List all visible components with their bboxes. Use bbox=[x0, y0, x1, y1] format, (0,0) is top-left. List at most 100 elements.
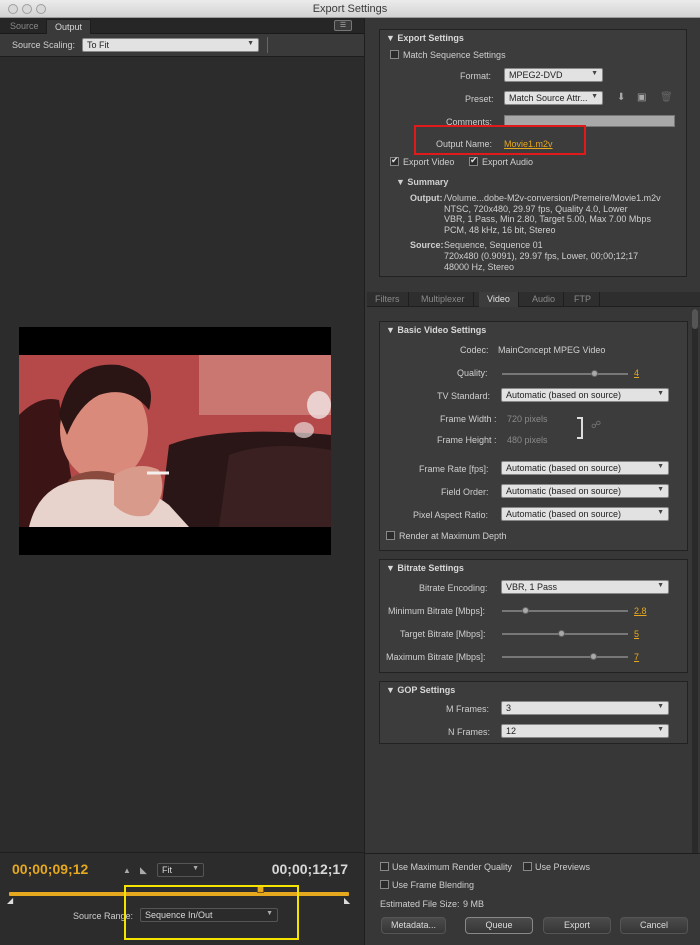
preset-dropdown[interactable]: Match Source Attr... ▼ bbox=[504, 91, 603, 105]
summary-output-label: Output: bbox=[410, 193, 443, 203]
format-label: Format: bbox=[460, 71, 492, 81]
max-render-quality-checkbox[interactable] bbox=[380, 862, 389, 871]
export-button[interactable]: Export bbox=[543, 917, 611, 934]
render-max-depth-checkbox[interactable] bbox=[386, 531, 395, 540]
target-bitrate-label: Target Bitrate [Mbps]: bbox=[400, 629, 486, 639]
summary-header[interactable]: ▼ Summary bbox=[396, 177, 448, 187]
estimated-file-size-value: 9 MB bbox=[463, 899, 485, 909]
export-audio-checkbox[interactable] bbox=[469, 155, 478, 166]
source-output-tabs: Source Output ☰ bbox=[0, 18, 364, 34]
out-point-handle-icon[interactable]: ◣ bbox=[344, 896, 350, 905]
window-title: Export Settings bbox=[312, 3, 388, 15]
chevron-down-icon: ▼ bbox=[657, 463, 664, 470]
quality-slider[interactable] bbox=[502, 370, 628, 377]
set-out-point-icon[interactable]: ◣ bbox=[140, 865, 147, 876]
tv-standard-value: Automatic (based on source) bbox=[506, 390, 622, 400]
m-frames-label: M Frames: bbox=[446, 704, 490, 714]
video-frame-image bbox=[19, 355, 331, 527]
quality-label: Quality: bbox=[457, 368, 488, 378]
match-sequence-label: Match Sequence Settings bbox=[403, 50, 506, 60]
target-bitrate-value[interactable]: 5 bbox=[634, 629, 639, 639]
chevron-down-icon: ▼ bbox=[657, 703, 664, 710]
gop-header[interactable]: ▼ GOP Settings bbox=[386, 685, 455, 695]
source-scaling-value: To Fit bbox=[87, 40, 110, 50]
settings-tabs: Filters Multiplexer Video Audio FTP bbox=[367, 292, 700, 307]
field-order-label: Field Order: bbox=[441, 487, 489, 497]
summary-source-line: Sequence, Sequence 01 bbox=[444, 240, 543, 250]
scrollbar-thumb[interactable] bbox=[692, 309, 698, 329]
tab-audio[interactable]: Audio bbox=[524, 292, 565, 307]
queue-button[interactable]: Queue bbox=[465, 917, 533, 934]
summary-output-line: PCM, 48 kHz, 16 bit, Stereo bbox=[444, 225, 556, 235]
pixel-aspect-ratio-dropdown[interactable]: Automatic (based on source) ▼ bbox=[501, 507, 669, 521]
summary-output-line: VBR, 1 Pass, Min 2.80, Target 5.00, Max … bbox=[444, 214, 651, 224]
export-video-label: Export Video bbox=[403, 157, 455, 167]
tab-filters[interactable]: Filters bbox=[367, 292, 409, 307]
save-preset-icon[interactable]: ⬇ bbox=[617, 92, 625, 103]
frame-rate-label: Frame Rate [fps]: bbox=[419, 464, 489, 474]
frame-blending-checkbox[interactable] bbox=[380, 880, 389, 889]
tab-multiplexer[interactable]: Multiplexer bbox=[413, 292, 474, 307]
field-order-dropdown[interactable]: Automatic (based on source) ▼ bbox=[501, 484, 669, 498]
format-dropdown[interactable]: MPEG2-DVD ▼ bbox=[504, 68, 603, 82]
bitrate-encoding-value: VBR, 1 Pass bbox=[506, 582, 558, 592]
chevron-down-icon: ▼ bbox=[657, 390, 664, 397]
cancel-button[interactable]: Cancel bbox=[620, 917, 688, 934]
use-previews-checkbox[interactable] bbox=[523, 862, 532, 871]
divider bbox=[267, 37, 268, 53]
delete-preset-icon[interactable]: 🗑 bbox=[660, 92, 673, 103]
frame-height-value: 480 pixels bbox=[507, 435, 548, 445]
basic-video-header[interactable]: ▼ Basic Video Settings bbox=[386, 325, 486, 335]
quality-value[interactable]: 4 bbox=[634, 368, 639, 378]
max-bitrate-slider[interactable] bbox=[502, 653, 628, 660]
tab-ftp[interactable]: FTP bbox=[566, 292, 600, 307]
n-frames-dropdown[interactable]: 12 ▼ bbox=[501, 724, 669, 738]
import-preset-icon[interactable]: ▣ bbox=[637, 92, 646, 103]
match-sequence-checkbox[interactable] bbox=[390, 50, 399, 59]
chain-link-icon[interactable]: ☍ bbox=[591, 420, 601, 431]
min-bitrate-slider[interactable] bbox=[502, 607, 628, 614]
export-settings-header[interactable]: ▼ Export Settings bbox=[386, 33, 464, 43]
summary-title: Summary bbox=[407, 177, 449, 187]
output-name-highlight bbox=[414, 125, 586, 155]
n-frames-value: 12 bbox=[506, 726, 517, 736]
max-bitrate-value[interactable]: 7 bbox=[634, 652, 639, 662]
max-bitrate-slider-knob[interactable] bbox=[590, 653, 598, 660]
bitrate-encoding-dropdown[interactable]: VBR, 1 Pass ▼ bbox=[501, 580, 669, 594]
n-frames-label: N Frames: bbox=[448, 727, 491, 737]
bitrate-header[interactable]: ▼ Bitrate Settings bbox=[386, 563, 464, 573]
frame-width-label: Frame Width : bbox=[440, 414, 497, 424]
set-in-point-icon[interactable]: ▲ bbox=[123, 866, 131, 875]
field-order-value: Automatic (based on source) bbox=[506, 486, 622, 496]
metadata-button[interactable]: Metadata... bbox=[381, 917, 446, 934]
panel-menu-icon[interactable]: ☰ bbox=[334, 20, 352, 31]
export-video-checkbox[interactable] bbox=[390, 155, 399, 166]
zoom-level-dropdown[interactable]: Fit ▼ bbox=[157, 863, 204, 877]
zoom-level-value: Fit bbox=[162, 865, 172, 875]
estimated-file-size-label: Estimated File Size: bbox=[380, 899, 460, 909]
target-bitrate-slider[interactable] bbox=[502, 630, 628, 637]
tab-output[interactable]: Output bbox=[46, 19, 92, 34]
target-bitrate-slider-knob[interactable] bbox=[557, 630, 565, 637]
frame-rate-value: Automatic (based on source) bbox=[506, 463, 622, 473]
frame-height-label: Frame Height : bbox=[437, 435, 497, 445]
source-scaling-label: Source Scaling: bbox=[12, 40, 76, 50]
m-frames-dropdown[interactable]: 3 ▼ bbox=[501, 701, 669, 715]
frame-rate-dropdown[interactable]: Automatic (based on source) ▼ bbox=[501, 461, 669, 475]
tab-video[interactable]: Video bbox=[479, 292, 519, 307]
tv-standard-dropdown[interactable]: Automatic (based on source) ▼ bbox=[501, 388, 669, 402]
current-timecode[interactable]: 00;00;09;12 bbox=[12, 861, 88, 877]
settings-scrollbar[interactable] bbox=[692, 309, 698, 854]
bitrate-title: Bitrate Settings bbox=[397, 563, 464, 573]
tab-source[interactable]: Source bbox=[2, 19, 47, 34]
source-scaling-dropdown[interactable]: To Fit ▼ bbox=[82, 38, 259, 52]
format-value: MPEG2-DVD bbox=[509, 70, 563, 80]
in-point-handle-icon[interactable]: ◢ bbox=[7, 896, 13, 905]
min-bitrate-value[interactable]: 2.8 bbox=[634, 606, 647, 616]
export-settings-title: Export Settings bbox=[397, 33, 464, 43]
summary-source-line: 48000 Hz, Stereo bbox=[444, 262, 515, 272]
video-frame-illustration bbox=[19, 355, 331, 527]
summary-source-label: Source: bbox=[410, 240, 444, 250]
pixel-aspect-ratio-value: Automatic (based on source) bbox=[506, 509, 622, 519]
source-range-highlight bbox=[124, 885, 299, 940]
